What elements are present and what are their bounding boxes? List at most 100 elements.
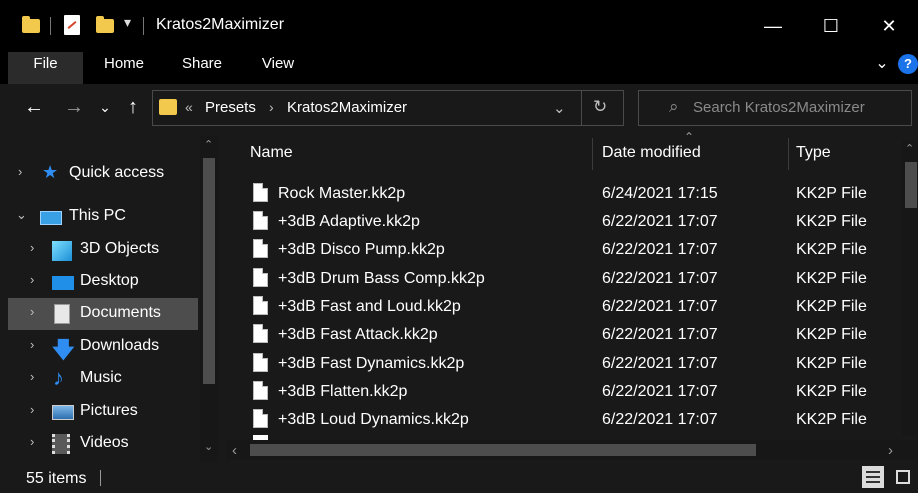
scroll-right-icon[interactable]: › (888, 442, 893, 459)
list-item[interactable]: +3dB Loud Dynamics.kk2p 6/22/2021 17:07 … (240, 405, 900, 433)
column-header-date-modified[interactable]: Date modified (602, 144, 701, 162)
details-view-button[interactable] (862, 466, 884, 488)
qat-dropdown-icon[interactable]: ▾ (124, 14, 131, 31)
sidebar-item-music[interactable]: › ♪ Music (0, 363, 200, 395)
title-bar: ▾ Kratos2Maximizer — ☐ ✕ (0, 0, 918, 52)
search-box[interactable]: ⌕ Search Kratos2Maximizer (638, 90, 912, 126)
sidebar-item-videos[interactable]: › Videos (0, 428, 200, 460)
scroll-up-icon[interactable]: ⌃ (204, 138, 213, 151)
file-date: 6/22/2021 17:07 (602, 298, 718, 315)
refresh-icon[interactable]: ↻ (593, 97, 607, 117)
star-icon: ★ (42, 162, 59, 182)
file-icon (253, 353, 268, 372)
scroll-left-icon[interactable]: ‹ (232, 442, 237, 459)
sidebar-item-documents[interactable]: › Documents (8, 298, 198, 330)
sidebar-item-desktop[interactable]: › Desktop (0, 266, 200, 298)
list-item[interactable]: +3dB Drum Bass Comp.kk2p 6/22/2021 17:07… (240, 264, 900, 292)
breadcrumb-kratos2maximizer[interactable]: Kratos2Maximizer (287, 99, 407, 116)
file-icon (253, 183, 268, 202)
scroll-down-icon[interactable]: ⌄ (204, 440, 213, 453)
file-name: +3dB Disco Pump.kk2p (278, 241, 445, 258)
separator (50, 17, 51, 35)
tab-home[interactable]: Home (96, 52, 152, 84)
expand-ribbon-icon[interactable]: ⌄ (872, 52, 892, 84)
expand-chevron-icon[interactable]: › (30, 240, 34, 255)
column-header-name[interactable]: Name (250, 144, 293, 162)
close-button[interactable]: ✕ (860, 0, 918, 52)
expand-chevron-icon[interactable]: › (18, 164, 22, 179)
sidebar-item-downloads[interactable]: › 🡇 Downloads (0, 331, 200, 363)
sidebar-item-pictures[interactable]: › Pictures (0, 396, 200, 428)
file-name: +3dB Loud Dynamics.kk2p (278, 411, 469, 428)
file-icon (253, 381, 268, 400)
new-folder-icon[interactable] (96, 16, 114, 33)
list-item[interactable]: +3dB Adaptive.kk2p 6/22/2021 17:07 KK2P … (240, 207, 900, 235)
minimize-button[interactable]: — (744, 0, 802, 52)
list-item[interactable]: Rock Master.kk2p 6/24/2021 17:15 KK2P Fi… (240, 179, 900, 207)
recent-locations-button[interactable]: ⌄ (96, 94, 114, 120)
column-divider[interactable] (592, 138, 593, 170)
folder-icon[interactable] (22, 16, 40, 33)
address-bar[interactable]: « Presets › Kratos2Maximizer ⌄ ↻ (152, 90, 624, 126)
status-bar: 55 items (0, 462, 918, 493)
tab-share[interactable]: Share (174, 52, 230, 84)
sidebar-item-label: Downloads (80, 337, 160, 354)
sidebar-item-label: Music (80, 369, 122, 386)
navigation-pane-scrollbar[interactable]: ⌃ ⌄ (200, 136, 218, 462)
search-input[interactable]: Search Kratos2Maximizer (693, 99, 865, 116)
sidebar-item-this-pc[interactable]: ⌄ This PC (0, 201, 200, 233)
column-header-type[interactable]: Type (796, 144, 831, 162)
file-list-horizontal-scrollbar[interactable]: ‹ › (226, 440, 918, 460)
list-item[interactable]: +3dB Flatten.kk2p 6/22/2021 17:07 KK2P F… (240, 377, 900, 405)
forward-button[interactable]: → (62, 94, 86, 120)
sort-indicator-icon: ⌃ (684, 130, 695, 144)
properties-icon[interactable] (64, 15, 80, 35)
sidebar-item-3d-objects[interactable]: › 3D Objects (0, 234, 200, 266)
videos-icon (52, 434, 70, 454)
file-date: 6/24/2021 17:15 (602, 185, 718, 202)
sidebar-item-quick-access[interactable]: › ★ Quick access (0, 158, 200, 190)
file-date: 6/22/2021 17:07 (602, 411, 718, 428)
scrollbar-thumb[interactable] (905, 162, 917, 208)
file-type: KK2P File (796, 298, 867, 315)
list-item[interactable]: +3dB Fast Dynamics.kk2p 6/22/2021 17:07 … (240, 349, 900, 377)
maximize-button[interactable]: ☐ (802, 0, 860, 52)
download-icon: 🡇 (52, 337, 75, 362)
scrollbar-thumb[interactable] (203, 158, 215, 384)
expand-chevron-icon[interactable]: › (30, 402, 34, 417)
help-icon[interactable]: ? (898, 54, 918, 74)
document-icon (54, 304, 70, 324)
list-item[interactable]: +3dB Fast and Loud.kk2p 6/22/2021 17:07 … (240, 292, 900, 320)
file-type: KK2P File (796, 241, 867, 258)
file-type: KK2P File (796, 411, 867, 428)
expand-chevron-icon[interactable]: › (30, 434, 34, 449)
file-type: KK2P File (796, 383, 867, 400)
expand-chevron-icon[interactable]: › (30, 304, 34, 319)
list-item[interactable]: +3dB Fast Attack.kk2p 6/22/2021 17:07 KK… (240, 320, 900, 348)
address-dropdown-icon[interactable]: ⌄ (553, 99, 566, 117)
file-name: +3dB Drum Bass Comp.kk2p (278, 270, 485, 287)
tab-view[interactable]: View (250, 52, 306, 84)
large-icons-view-button[interactable] (892, 466, 914, 488)
file-date: 6/22/2021 17:07 (602, 213, 718, 230)
file-type: KK2P File (796, 326, 867, 343)
scroll-up-icon[interactable]: ⌃ (905, 142, 914, 155)
file-icon (253, 239, 268, 258)
file-type: KK2P File (796, 185, 867, 202)
up-button[interactable]: ↑ (122, 94, 144, 120)
expand-chevron-icon[interactable]: › (30, 272, 34, 287)
file-date: 6/22/2021 17:07 (602, 270, 718, 287)
file-list-vertical-scrollbar[interactable]: ⌃ (902, 140, 918, 436)
back-button[interactable]: ← (22, 94, 46, 120)
list-item[interactable]: +3dB Disco Pump.kk2p 6/22/2021 17:07 KK2… (240, 235, 900, 263)
scrollbar-thumb[interactable] (250, 444, 756, 456)
breadcrumb-presets[interactable]: Presets (205, 99, 256, 116)
sidebar-item-label: 3D Objects (80, 240, 160, 257)
tab-file[interactable]: File (8, 52, 83, 84)
expand-chevron-icon[interactable]: › (30, 337, 34, 352)
column-divider[interactable] (788, 138, 789, 170)
breadcrumb-overflow[interactable]: « (185, 99, 193, 115)
expand-chevron-icon[interactable]: › (30, 369, 34, 384)
collapse-chevron-icon[interactable]: ⌄ (16, 207, 27, 223)
separator (581, 91, 582, 125)
